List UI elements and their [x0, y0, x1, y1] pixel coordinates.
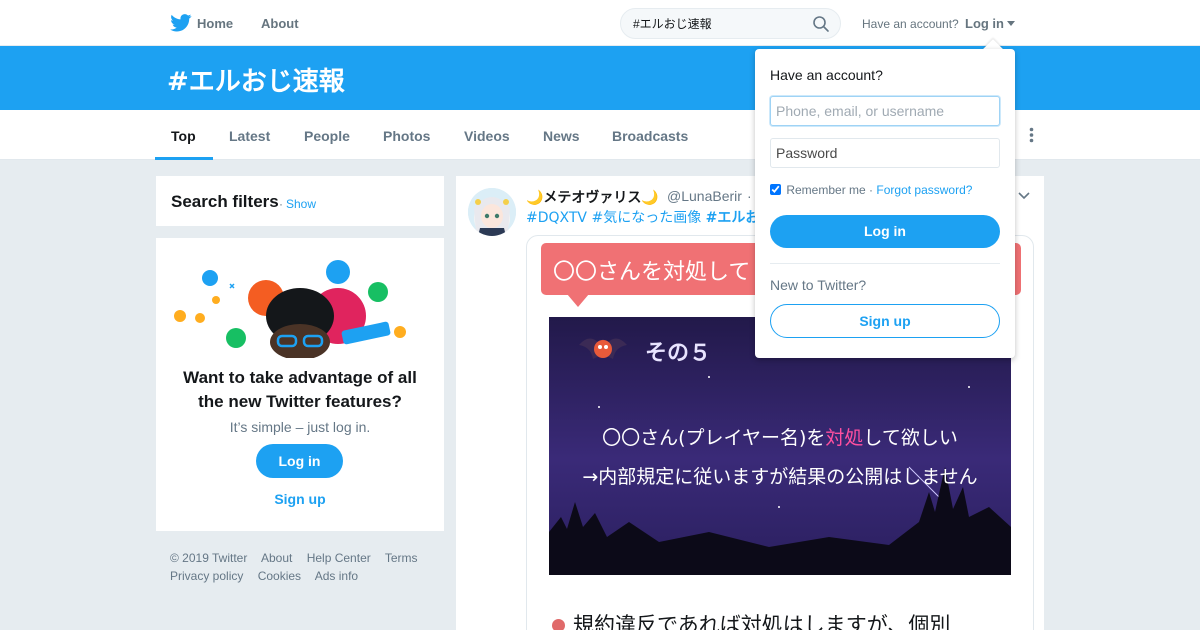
footer-privacy-link[interactable]: Privacy policy [170, 569, 243, 583]
promo-login-button[interactable]: Log in [256, 444, 343, 478]
login-menu-link[interactable]: Log in [965, 16, 1004, 31]
show-filters-link[interactable]: Show [286, 197, 316, 211]
search-icon[interactable] [812, 15, 830, 33]
footer-copyright: © 2019 Twitter [170, 551, 248, 565]
tab-photos[interactable]: Photos [383, 128, 430, 144]
password-field[interactable] [770, 138, 1000, 168]
tab-videos[interactable]: Videos [464, 128, 510, 144]
top-nav: Home About Have an account? Log in [0, 0, 1200, 46]
tab-top[interactable]: Top [171, 128, 196, 144]
footer-terms-link[interactable]: Terms [385, 551, 418, 565]
hashtag-link[interactable]: #DQXTV [526, 210, 587, 226]
tab-news[interactable]: News [543, 128, 580, 144]
slide-line-2: →内部規定に従いますが結果の公開はしません [582, 466, 978, 488]
dropdown-title: Have an account? [770, 67, 883, 83]
promo-heading: Want to take advantage of all the new Tw… [183, 368, 417, 411]
caret-down-icon[interactable] [1007, 21, 1015, 26]
footer-help-link[interactable]: Help Center [307, 551, 371, 565]
separator-dot: · [279, 197, 283, 211]
hashtag-link[interactable]: #気になった画像 [591, 210, 701, 226]
forgot-password-link[interactable]: Forgot password? [876, 183, 972, 197]
footer-ads-link[interactable]: Ads info [315, 569, 358, 583]
promo-illustration [174, 260, 406, 358]
tab-latest[interactable]: Latest [229, 128, 270, 144]
search-banner: #エルおじ速報 [0, 46, 1200, 110]
tweet-author-name[interactable]: 🌙メテオヴァリス🌙 [526, 187, 659, 207]
tweet-author-handle[interactable]: @LunaBerir [667, 188, 742, 204]
separator-dot: · [869, 183, 874, 197]
avatar[interactable] [468, 188, 516, 236]
slide-subtitle: その５ [645, 341, 712, 366]
callout-text: 〇〇さんを対処して [553, 260, 751, 285]
active-tab-indicator [155, 157, 213, 160]
bullet-dot [552, 619, 565, 630]
callout-tail [567, 294, 589, 307]
slide-line-1: 〇〇さん(プレイヤー名)を対処して欲しい [602, 427, 958, 449]
footer-links: © 2019 Twitter About Help Center Terms P… [170, 549, 440, 585]
signup-button[interactable]: Sign up [770, 304, 1000, 338]
search-box[interactable] [620, 8, 841, 39]
login-promo-card: Want to take advantage of all the new Tw… [156, 238, 444, 531]
login-button[interactable]: Log in [770, 215, 1000, 248]
have-account-text: Have an account? [862, 17, 959, 31]
slide-highlight: 対処 [825, 427, 864, 449]
divider [770, 263, 1000, 264]
search-input[interactable] [633, 16, 803, 30]
search-filters-card: Search filters · Show [156, 176, 444, 226]
footer-cookies-link[interactable]: Cookies [258, 569, 301, 583]
page-title: #エルおじ速報 [167, 67, 345, 97]
remember-row: Remember me · Forgot password? [770, 183, 972, 197]
chevron-down-icon[interactable] [1018, 192, 1030, 200]
remember-me-checkbox[interactable] [770, 184, 781, 195]
tweet-text: #DQXTV #気になった画像 #エルおじ [526, 207, 773, 227]
remember-me-label[interactable]: Remember me [786, 183, 865, 197]
new-to-twitter-text: New to Twitter? [770, 277, 867, 293]
tab-broadcasts[interactable]: Broadcasts [612, 128, 688, 144]
bullet-text: 規約違反であれば対処はしますが、個別 [573, 613, 951, 630]
nav-home-link[interactable]: Home [197, 16, 233, 31]
promo-subtext: It’s simple – just log in. [229, 419, 371, 435]
twitter-bird-icon[interactable] [170, 14, 192, 32]
login-dropdown: Have an account? Remember me · Forgot pa… [755, 49, 1015, 358]
promo-signup-link[interactable]: Sign up [170, 491, 430, 507]
username-field[interactable] [770, 96, 1000, 126]
tab-people[interactable]: People [304, 128, 350, 144]
more-options-icon[interactable] [1029, 127, 1034, 143]
nav-about-link[interactable]: About [261, 16, 299, 31]
separator-dot: · [747, 188, 752, 204]
search-tabs: Top Latest People Photos Videos News Bro… [0, 110, 1200, 160]
search-filters-title: Search filters [171, 192, 279, 211]
footer-about-link[interactable]: About [261, 551, 292, 565]
